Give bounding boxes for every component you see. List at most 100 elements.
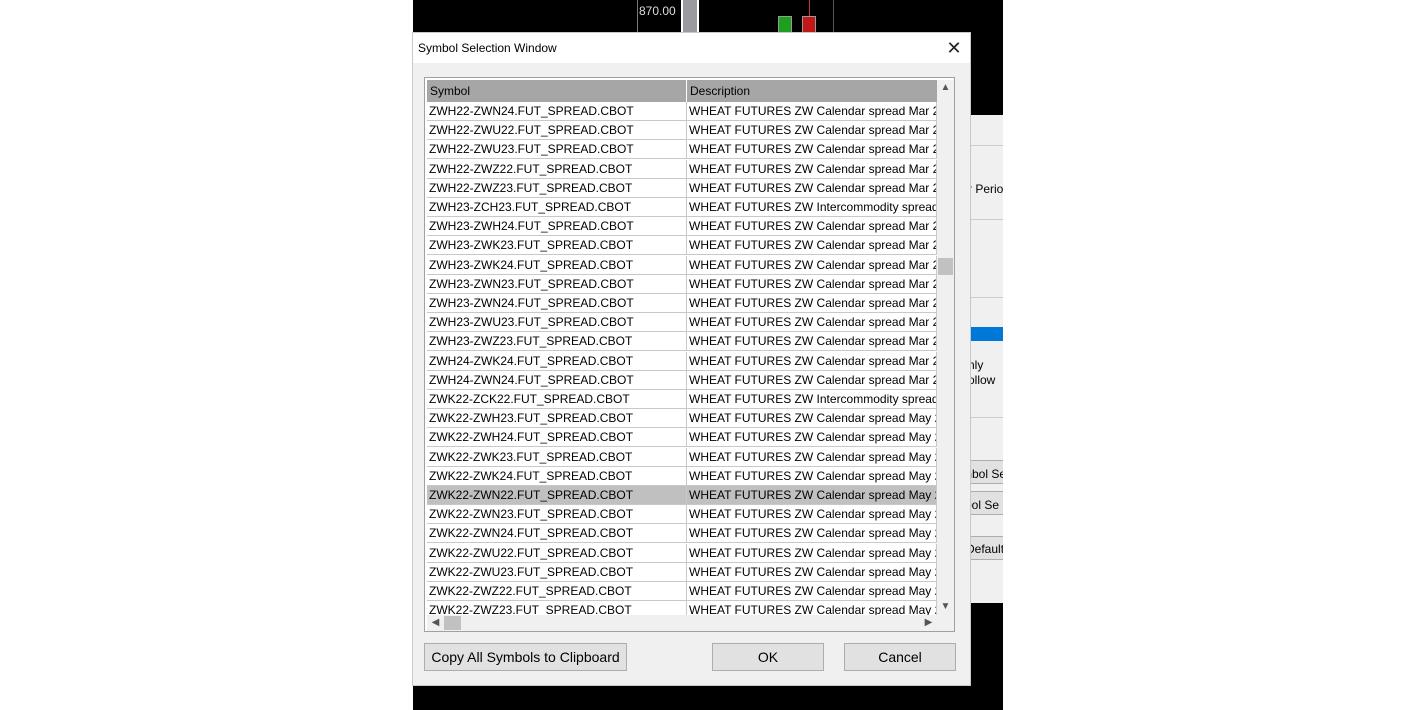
description-cell: WHEAT FUTURES ZW Calendar spread May 202… [687,562,937,582]
dialog-titlebar[interactable]: Symbol Selection Window ✕ [413,33,970,63]
symbol-cell: ZWH23-ZWN23.FUT_SPREAD.CBOT [427,274,687,294]
table-row[interactable]: ZWH24-ZWN24.FUT_SPREAD.CBOT WHEAT FUTURES… [427,370,937,390]
table-row[interactable]: ZWH23-ZWZ23.FUT_SPREAD.CBOT WHEAT FUTURES… [427,332,937,352]
table-row[interactable]: ZWK22-ZWU22.FUT_SPREAD.CBOT WHEAT FUTURES… [427,543,937,563]
table-row[interactable]: ZWK22-ZWH23.FUT_SPREAD.CBOT WHEAT FUTURES… [427,409,937,429]
symbol-cell: ZWH23-ZWZ23.FUT_SPREAD.CBOT [427,332,687,352]
table-row[interactable]: ZWH23-ZWH24.FUT_SPREAD.CBOT WHEAT FUTURES… [427,217,937,237]
symbol-cell: ZWH22-ZWU23.FUT_SPREAD.CBOT [427,140,687,160]
description-cell: WHEAT FUTURES ZW Intercommodity spread M… [687,198,937,217]
description-cell: WHEAT FUTURES ZW Calendar spread Mar 202… [687,102,937,121]
table-row[interactable]: ZWH22-ZWU22.FUT_SPREAD.CBOT WHEAT FUTURES… [427,121,937,141]
description-cell: WHEAT FUTURES ZW Calendar spread Mar 202… [687,140,937,160]
symbol-cell: ZWH22-ZWZ23.FUT_SPREAD.CBOT [427,178,687,198]
candle-wick [809,0,810,16]
description-cell: WHEAT FUTURES ZW Intercommodity spread M… [687,390,937,409]
symbol-cell: ZWK22-ZWZ23.FUT_SPREAD.CBOT [427,601,687,615]
candle-up [778,16,792,33]
description-cell: WHEAT FUTURES ZW Calendar spread May 202… [687,582,937,601]
table-row[interactable]: ZWH22-ZWZ23.FUT_SPREAD.CBOT WHEAT FUTURES… [427,178,937,198]
scroll-up-icon[interactable]: ▲ [937,82,954,93]
scroll-corner [937,615,954,631]
table-row[interactable]: ZWH23-ZWN24.FUT_SPREAD.CBOT WHEAT FUTURES… [427,294,937,313]
description-cell: WHEAT FUTURES ZW Calendar spread Mar 202… [687,294,937,313]
description-cell: WHEAT FUTURES ZW Calendar spread May 202… [687,428,937,448]
symbol-cell: ZWH24-ZWK24.FUT_SPREAD.CBOT [427,351,687,371]
table-row[interactable]: ZWH24-ZWK24.FUT_SPREAD.CBOT WHEAT FUTURES… [427,351,937,371]
scroll-down-icon[interactable]: ▼ [937,601,954,612]
description-cell: WHEAT FUTURES ZW Calendar spread Mar 202… [687,217,937,237]
side-text-default: Default [968,542,1003,556]
symbol-cell: ZWK22-ZWN22.FUT_SPREAD.CBOT [427,486,687,505]
table-row[interactable]: ZWH23-ZCH23.FUT_SPREAD.CBOT WHEAT FUTURES… [427,198,937,217]
horizontal-scrollbar[interactable]: ◀ ▶ [427,615,937,631]
symbol-cell: ZWH23-ZCH23.FUT_SPREAD.CBOT [427,198,687,217]
background-settings-panel: r Perio nly ollow mbol Se bol Se Default [968,115,1003,603]
description-cell: WHEAT FUTURES ZW Calendar spread May 202… [687,543,937,563]
grid-body: Symbol Description ZWH22-ZWN24.FUT_SPREA… [427,80,937,615]
side-text-follow: ollow [968,373,996,387]
table-row[interactable]: ZWK22-ZWN23.FUT_SPREAD.CBOT WHEAT FUTURES… [427,505,937,525]
symbol-grid[interactable]: Symbol Description ZWH22-ZWN24.FUT_SPREA… [424,77,955,632]
table-row[interactable]: ZWK22-ZWU23.FUT_SPREAD.CBOT WHEAT FUTURES… [427,562,937,582]
table-row[interactable]: ZWK22-ZWN24.FUT_SPREAD.CBOT WHEAT FUTURES… [427,524,937,544]
table-row[interactable]: ZWH23-ZWN23.FUT_SPREAD.CBOT WHEAT FUTURES… [427,274,937,294]
table-row[interactable]: ZWK22-ZWN22.FUT_SPREAD.CBOT WHEAT FUTURES… [427,486,937,505]
description-cell: WHEAT FUTURES ZW Calendar spread May 202… [687,466,937,486]
table-row[interactable]: ZWK22-ZWK24.FUT_SPREAD.CBOT WHEAT FUTURES… [427,466,937,486]
description-cell: WHEAT FUTURES ZW Calendar spread May 202… [687,409,937,429]
table-row[interactable]: ZWH22-ZWN24.FUT_SPREAD.CBOT WHEAT FUTURES… [427,102,937,121]
symbol-cell: ZWH23-ZWN24.FUT_SPREAD.CBOT [427,294,687,313]
description-cell: WHEAT FUTURES ZW Calendar spread Mar 202… [687,236,937,256]
table-row[interactable]: ZWH23-ZWK23.FUT_SPREAD.CBOT WHEAT FUTURES… [427,236,937,256]
table-row[interactable]: ZWH23-ZWK24.FUT_SPREAD.CBOT WHEAT FUTURES… [427,255,937,275]
panel-divider [968,417,1003,418]
description-cell: WHEAT FUTURES ZW Calendar spread Mar 202… [687,370,937,390]
copy-all-symbols-button[interactable]: Copy All Symbols to Clipboard [424,643,627,671]
symbol-cell: ZWH23-ZWK23.FUT_SPREAD.CBOT [427,236,687,256]
description-cell: WHEAT FUTURES ZW Calendar spread May 202… [687,601,937,615]
symbol-cell: ZWH22-ZWZ22.FUT_SPREAD.CBOT [427,159,687,179]
symbol-cell: ZWK22-ZWH24.FUT_SPREAD.CBOT [427,428,687,448]
table-row[interactable]: ZWK22-ZWK23.FUT_SPREAD.CBOT WHEAT FUTURES… [427,447,937,467]
symbol-cell: ZWH22-ZWU22.FUT_SPREAD.CBOT [427,121,687,141]
symbol-cell: ZWK22-ZWH23.FUT_SPREAD.CBOT [427,409,687,429]
table-row[interactable]: ZWK22-ZWH24.FUT_SPREAD.CBOT WHEAT FUTURES… [427,428,937,448]
table-row[interactable]: ZWK22-ZWZ22.FUT_SPREAD.CBOT WHEAT FUTURES… [427,582,937,601]
price-marker [681,0,699,33]
symbol-cell: ZWK22-ZWK24.FUT_SPREAD.CBOT [427,466,687,486]
description-cell: WHEAT FUTURES ZW Calendar spread Mar 202… [687,159,937,179]
panel-divider [968,297,1003,298]
column-header-description[interactable]: Description [687,80,937,102]
price-axis-tick [637,0,638,33]
symbol-cell: ZWK22-ZWZ22.FUT_SPREAD.CBOT [427,582,687,601]
ok-button[interactable]: OK [712,643,824,671]
symbol-cell: ZWK22-ZWU22.FUT_SPREAD.CBOT [427,543,687,563]
scroll-left-icon[interactable]: ◀ [427,617,444,628]
selected-list-item [968,327,1003,341]
scroll-right-icon[interactable]: ▶ [920,617,937,628]
vertical-scrollbar[interactable]: ▲ ▼ [937,80,954,615]
table-row[interactable]: ZWK22-ZWZ23.FUT_SPREAD.CBOT WHEAT FUTURES… [427,601,937,615]
cancel-button[interactable]: Cancel [844,643,956,671]
symbol-cell: ZWH23-ZWK24.FUT_SPREAD.CBOT [427,255,687,275]
table-row[interactable]: ZWH23-ZWU23.FUT_SPREAD.CBOT WHEAT FUTURES… [427,313,937,333]
description-cell: WHEAT FUTURES ZW Calendar spread Mar 202… [687,313,937,333]
chart-divider [833,0,834,33]
symbol-selection-dialog: Symbol Selection Window ✕ Symbol Descrip… [413,33,970,685]
side-text-symbol-settings: mbol Se [968,467,1003,481]
price-axis-label: 870.00 [639,4,676,18]
symbol-cell: ZWK22-ZCK22.FUT_SPREAD.CBOT [427,390,687,409]
column-header-symbol[interactable]: Symbol [427,80,687,102]
close-button[interactable]: ✕ [938,33,970,63]
symbol-cell: ZWK22-ZWN24.FUT_SPREAD.CBOT [427,524,687,544]
vertical-scroll-thumb[interactable] [938,258,953,275]
description-cell: WHEAT FUTURES ZW Calendar spread Mar 202… [687,332,937,352]
panel-divider [968,219,1003,220]
description-cell: WHEAT FUTURES ZW Calendar spread May 202… [687,447,937,467]
table-row[interactable]: ZWH22-ZWZ22.FUT_SPREAD.CBOT WHEAT FUTURES… [427,159,937,179]
table-row[interactable]: ZWK22-ZCK22.FUT_SPREAD.CBOT WHEAT FUTURES… [427,390,937,409]
symbol-cell: ZWK22-ZWN23.FUT_SPREAD.CBOT [427,505,687,525]
table-row[interactable]: ZWH22-ZWU23.FUT_SPREAD.CBOT WHEAT FUTURES… [427,140,937,160]
horizontal-scroll-thumb[interactable] [444,616,461,630]
